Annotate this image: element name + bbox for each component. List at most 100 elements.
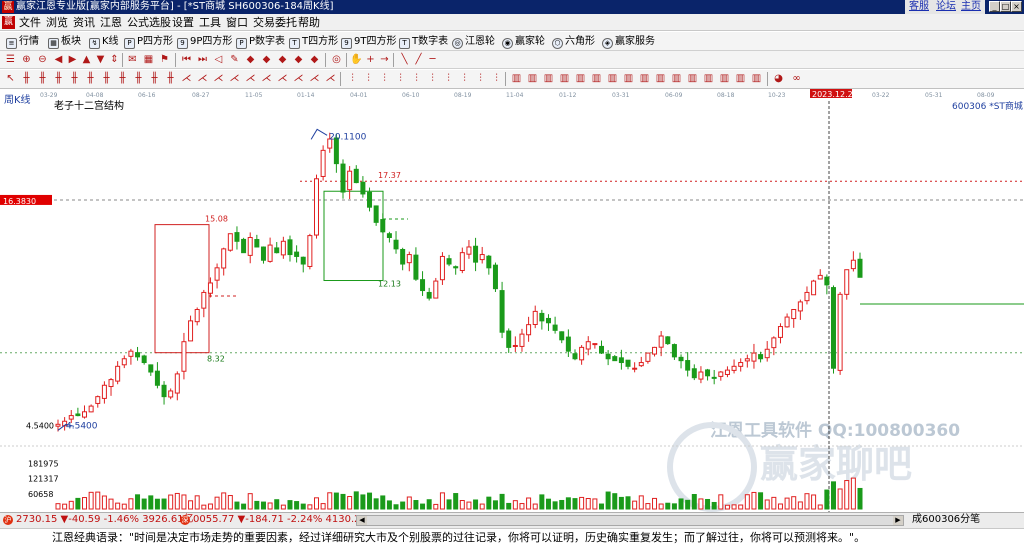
- toolbar-t-square-button[interactable]: T T四方形: [289, 34, 338, 49]
- toolbar-sectors-button[interactable]: ▦ 板块: [48, 34, 81, 49]
- menu-window[interactable]: 窗口: [226, 15, 248, 30]
- fan-tool-icon[interactable]: ⋌: [180, 72, 193, 85]
- cycle-tool-icon[interactable]: ⫶: [442, 72, 455, 85]
- tick-detail-label[interactable]: 成600306分笔: [912, 513, 980, 527]
- arrow-right-icon[interactable]: →: [378, 53, 391, 66]
- bar-tool-icon[interactable]: ╫: [20, 72, 33, 85]
- bar-tool-icon[interactable]: ╫: [116, 72, 129, 85]
- cursor-icon[interactable]: ↖: [4, 72, 17, 85]
- chart-tool-icon[interactable]: ▥: [638, 72, 651, 85]
- flag-icon[interactable]: ⚑: [158, 53, 171, 66]
- chart-tool-icon[interactable]: ▥: [606, 72, 619, 85]
- diamond-icon[interactable]: ◆: [276, 53, 289, 66]
- fan-tool-icon[interactable]: ⋌: [228, 72, 241, 85]
- app-menu-icon[interactable]: 赢: [2, 16, 15, 29]
- menu-browse[interactable]: 浏览: [46, 15, 68, 30]
- chart-tool-icon[interactable]: ▥: [590, 72, 603, 85]
- menu-trade[interactable]: 交易委托: [253, 15, 297, 30]
- minimize-button[interactable]: _: [989, 1, 1000, 12]
- bar-tool-icon[interactable]: ╫: [52, 72, 65, 85]
- bar-tool-icon[interactable]: ╫: [84, 72, 97, 85]
- toolbar-winner-wheel-button[interactable]: ◉ 赢家轮: [502, 34, 545, 49]
- cycle-tool-icon[interactable]: ⫶: [346, 72, 359, 85]
- bar-tool-icon[interactable]: ╫: [68, 72, 81, 85]
- chart-tool-icon[interactable]: ▥: [702, 72, 715, 85]
- bar-tool-icon[interactable]: ╫: [164, 72, 177, 85]
- horizontal-scrollbar[interactable]: ◀ ▶: [356, 515, 904, 526]
- infinity-icon[interactable]: ∞: [790, 72, 803, 85]
- arrow-left-icon[interactable]: ◀: [52, 53, 65, 66]
- menu-news[interactable]: 资讯: [73, 15, 95, 30]
- line-tool-icon[interactable]: ╱: [412, 53, 425, 66]
- arrow-up-icon[interactable]: ▲: [80, 53, 93, 66]
- close-button[interactable]: ×: [1011, 1, 1022, 12]
- shanghai-index-text[interactable]: 2730.15 ▼-40.59 -1.46% 3926.61亿: [16, 513, 194, 527]
- bar-tool-icon[interactable]: ╫: [100, 72, 113, 85]
- menu-settings[interactable]: 设置: [172, 15, 194, 30]
- customer-service-link[interactable]: 客服: [909, 1, 929, 13]
- chart-tool-icon[interactable]: ▥: [510, 72, 523, 85]
- bar-tool-icon[interactable]: ╫: [148, 72, 161, 85]
- toolbar-quotes-button[interactable]: ≡ 行情: [6, 34, 39, 49]
- target-icon[interactable]: ◎: [330, 53, 343, 66]
- maximize-button[interactable]: □: [1000, 1, 1011, 12]
- pen-icon[interactable]: ✎: [228, 53, 241, 66]
- menu-gann[interactable]: 江恩: [100, 15, 122, 30]
- bag-icon[interactable]: ✉: [126, 53, 139, 66]
- menu-tools[interactable]: 工具: [199, 15, 221, 30]
- arrow-down-icon[interactable]: ▼: [94, 53, 107, 66]
- menu-help[interactable]: 帮助: [298, 15, 320, 30]
- toolbar-p-square-button[interactable]: P P四方形: [124, 34, 173, 49]
- arrow-right-icon[interactable]: ▶: [66, 53, 79, 66]
- line-tool-icon[interactable]: ╲: [398, 53, 411, 66]
- cycle-tool-icon[interactable]: ⫶: [410, 72, 423, 85]
- fan-tool-icon[interactable]: ⋌: [276, 72, 289, 85]
- chart-tool-icon[interactable]: ▥: [750, 72, 763, 85]
- hand-icon[interactable]: ✋: [350, 53, 363, 66]
- cycle-tool-icon[interactable]: ⫶: [378, 72, 391, 85]
- fan-tool-icon[interactable]: ⋌: [196, 72, 209, 85]
- forum-link[interactable]: 论坛: [936, 1, 956, 13]
- chart-tool-icon[interactable]: ▥: [686, 72, 699, 85]
- cycle-tool-icon[interactable]: ⫶: [362, 72, 375, 85]
- fan-tool-icon[interactable]: ⋌: [244, 72, 257, 85]
- cycle-tool-icon[interactable]: ⫶: [458, 72, 471, 85]
- cycle-tool-icon[interactable]: ⫶: [394, 72, 407, 85]
- diamond-icon[interactable]: ◆: [260, 53, 273, 66]
- kline-chart[interactable]: 03-29 04-08 06-16 08-27 11-05 01-14 04-01 06-10…: [0, 89, 1024, 512]
- chart-tool-icon[interactable]: ▥: [558, 72, 571, 85]
- first-page-icon[interactable]: ⏮: [180, 53, 193, 66]
- diamond-icon[interactable]: ◆: [292, 53, 305, 66]
- homepage-link[interactable]: 主页: [961, 1, 981, 13]
- toolbar-9t-square-button[interactable]: 9 9T四方形: [341, 34, 396, 49]
- line-tool-icon[interactable]: ─: [426, 53, 439, 66]
- last-page-icon[interactable]: ⏭: [196, 53, 209, 66]
- scroll-right-icon[interactable]: ▶: [893, 516, 903, 525]
- toolbar-kline-button[interactable]: ↯ K线: [89, 34, 119, 49]
- bar-tool-icon[interactable]: ╫: [36, 72, 49, 85]
- grid-icon[interactable]: ▦: [142, 53, 155, 66]
- toolbar-winner-service-button[interactable]: ◈ 赢家服务: [602, 34, 655, 49]
- menu-file[interactable]: 文件: [19, 15, 41, 30]
- chart-tool-icon[interactable]: ▥: [622, 72, 635, 85]
- zoom-in-icon[interactable]: ⊕: [20, 53, 33, 66]
- chart-tool-icon[interactable]: ▥: [542, 72, 555, 85]
- color-wheel-icon[interactable]: ◕: [772, 72, 785, 85]
- toolbar-p-number-table-button[interactable]: P P数字表: [236, 34, 285, 49]
- fan-tool-icon[interactable]: ⋌: [212, 72, 225, 85]
- diamond-icon[interactable]: ◆: [308, 53, 321, 66]
- cycle-tool-icon[interactable]: ⫶: [490, 72, 503, 85]
- fan-tool-icon[interactable]: ⋌: [308, 72, 321, 85]
- crosshair-icon[interactable]: +: [364, 53, 377, 66]
- fan-tool-icon[interactable]: ⋌: [292, 72, 305, 85]
- chart-tool-icon[interactable]: ▥: [670, 72, 683, 85]
- period-select-icon[interactable]: ⇕: [108, 53, 121, 66]
- scroll-left-icon[interactable]: ◀: [357, 516, 367, 525]
- chart-tool-icon[interactable]: ▥: [718, 72, 731, 85]
- fan-tool-icon[interactable]: ⋌: [260, 72, 273, 85]
- menu-formula-screener[interactable]: 公式选股: [127, 15, 171, 30]
- chart-tool-icon[interactable]: ▥: [574, 72, 587, 85]
- fan-tool-icon[interactable]: ⋌: [324, 72, 337, 85]
- zoom-out-icon[interactable]: ⊖: [36, 53, 49, 66]
- diamond-icon[interactable]: ◆: [244, 53, 257, 66]
